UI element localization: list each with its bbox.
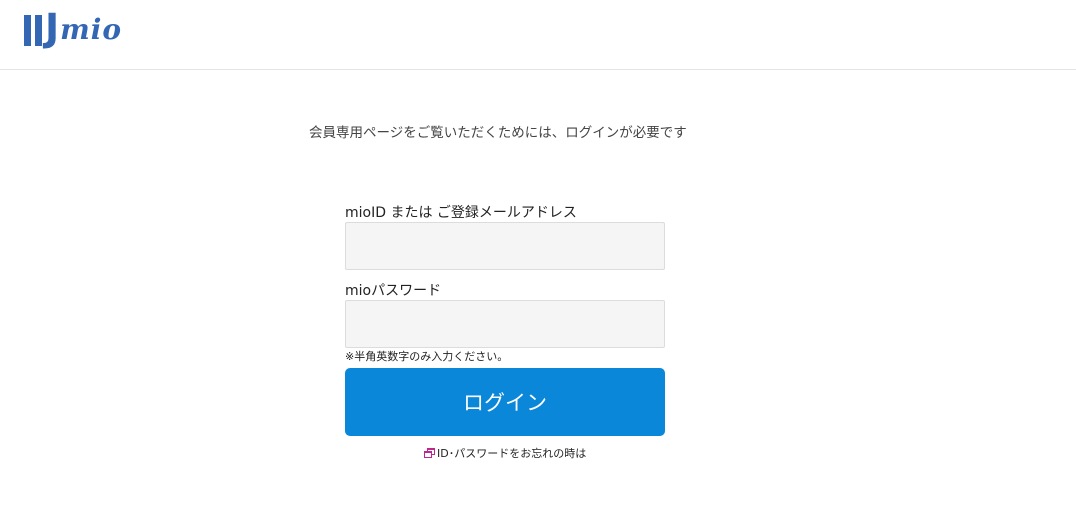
forgot-link-text: ID･パスワードをお忘れの時は: [437, 447, 587, 460]
external-window-icon: [424, 447, 435, 459]
iijmio-logo[interactable]: J mio: [24, 6, 123, 50]
logo-bar-1: [24, 15, 31, 46]
id-field-label: mioID または ご登録メールアドレス: [345, 205, 577, 221]
login-required-message: 会員専用ページをご覧いただくためには、ログインが必要です: [309, 125, 687, 141]
password-input[interactable]: [345, 300, 665, 348]
id-input[interactable]: [345, 222, 665, 270]
logo-bar-2: [35, 15, 42, 46]
login-button[interactable]: ログイン: [345, 368, 665, 436]
logo-letter-j: J: [45, 6, 60, 50]
forgot-id-password-link[interactable]: ID･パスワードをお忘れの時は: [424, 445, 586, 461]
logo-text-mio: mio: [60, 13, 123, 46]
logo-bars: [24, 15, 42, 46]
password-field-label: mioパスワード: [345, 283, 442, 299]
password-note: ※半角英数字のみ入力ください。: [345, 350, 509, 363]
page-header: J mio: [0, 0, 1076, 70]
